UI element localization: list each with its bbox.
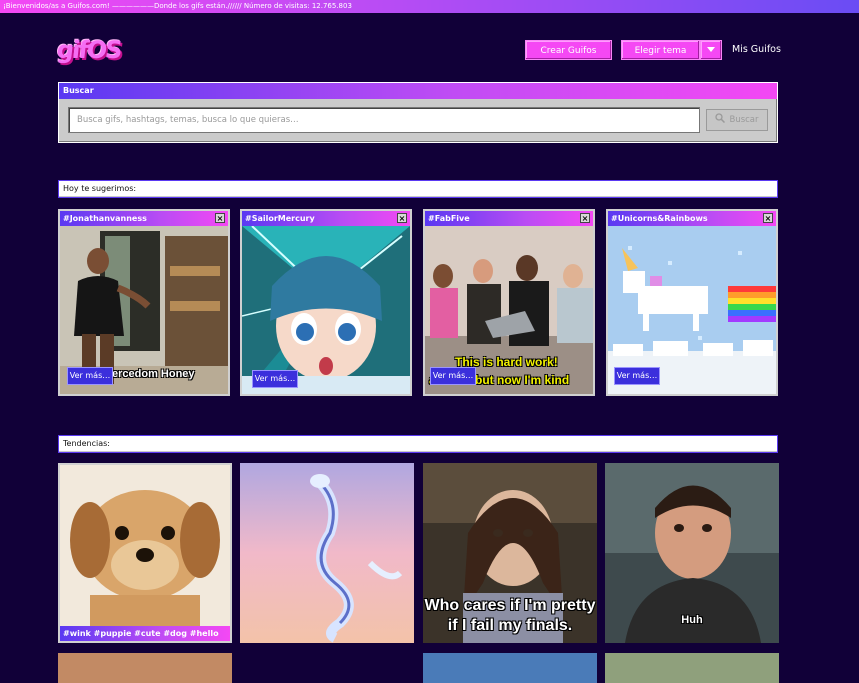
search-button[interactable]: Buscar xyxy=(706,109,768,131)
gif-image[interactable]: Ver más… xyxy=(242,226,410,394)
theme-dropdown-button[interactable] xyxy=(700,40,722,60)
search-panel-title: Buscar xyxy=(59,83,777,99)
choose-theme-button[interactable]: Elegir tema xyxy=(621,40,700,60)
see-more-button[interactable]: Ver más… xyxy=(252,370,298,388)
trend-gif[interactable]: Who cares if I'm pretty if I fail my fin… xyxy=(423,463,597,643)
gif-image[interactable]: This is hard work! a writer but now I'm … xyxy=(425,226,593,394)
site-logo[interactable]: gifOS xyxy=(56,36,122,64)
see-more-button[interactable]: Ver más… xyxy=(67,367,113,385)
gif-caption: ercedom Honey xyxy=(112,368,195,380)
create-guifos-button[interactable]: Crear Guifos xyxy=(525,40,612,60)
gif-caption: Huh xyxy=(681,614,703,626)
trend-gif[interactable] xyxy=(58,653,232,683)
gif-image[interactable]: ercedom Honey Ver más… xyxy=(60,226,228,394)
trend-gif[interactable] xyxy=(423,653,597,683)
search-input[interactable] xyxy=(68,107,700,133)
trend-gif[interactable] xyxy=(240,463,414,643)
chevron-down-icon xyxy=(707,47,715,52)
search-icon xyxy=(715,113,726,124)
trend-gif[interactable]: #wink #puppie #cute #dog #hello #hi xyxy=(58,463,232,643)
suggestion-card: #Unicorns&Rainbows × Ver más… xyxy=(606,209,778,396)
gif-image[interactable]: Ver más… xyxy=(608,226,776,394)
see-more-button[interactable]: Ver más… xyxy=(430,367,476,385)
suggestion-card: #FabFive × This is hard work! a writer bu… xyxy=(423,209,595,396)
gif-caption: if I fail my finals. xyxy=(447,617,573,634)
search-panel: Buscar Buscar xyxy=(58,82,778,143)
trend-gif[interactable] xyxy=(605,653,779,683)
search-button-label: Buscar xyxy=(729,115,759,125)
see-more-button[interactable]: Ver más… xyxy=(614,367,660,385)
suggestion-card: #Jonathanvanness × ercedom Honey Ver más… xyxy=(58,209,230,396)
my-guifos-link[interactable]: Mis Guifos xyxy=(732,44,781,55)
trend-gif[interactable] xyxy=(240,653,414,683)
card-tag: #Unicorns&Rainbows xyxy=(611,214,708,223)
trend-gif[interactable]: Huh xyxy=(605,463,779,643)
close-icon[interactable]: × xyxy=(215,213,225,223)
close-icon[interactable]: × xyxy=(580,213,590,223)
suggestion-card: #SailorMercury × Ver más… xyxy=(240,209,412,396)
close-icon[interactable]: × xyxy=(397,213,407,223)
card-tag: #FabFive xyxy=(428,214,470,223)
card-tag: #Jonathanvanness xyxy=(63,214,147,223)
trends-title: Tendencias: xyxy=(58,435,778,453)
trend-tags: #wink #puppie #cute #dog #hello #hi xyxy=(60,626,230,641)
suggestions-title: Hoy te sugerimos: xyxy=(58,180,778,198)
welcome-ticker: ¡Bienvenidos/as a Guifos.com! ——————Dond… xyxy=(0,0,859,13)
gif-caption: Who cares if I'm pretty xyxy=(424,597,596,614)
close-icon[interactable]: × xyxy=(763,213,773,223)
card-tag: #SailorMercury xyxy=(245,214,315,223)
